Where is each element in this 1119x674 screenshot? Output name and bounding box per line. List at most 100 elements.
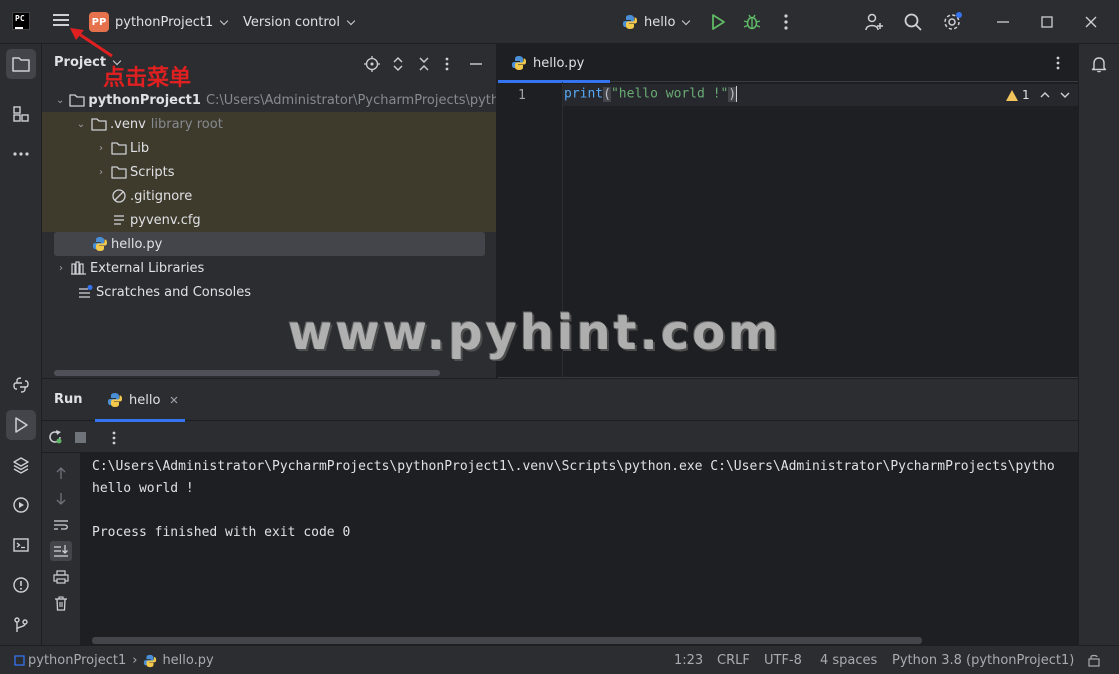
trash-icon <box>55 595 67 611</box>
library-icon <box>71 260 87 276</box>
tree-item-label: Scripts <box>130 164 175 180</box>
chevron-down-icon[interactable] <box>1060 91 1070 99</box>
stop-icon[interactable] <box>75 432 86 443</box>
tree-item-label: hello.py <box>111 236 163 252</box>
python-console-button[interactable] <box>6 370 36 400</box>
services-tool-button[interactable] <box>6 490 36 520</box>
structure-tool-button[interactable] <box>6 99 36 129</box>
chevron-up-icon[interactable] <box>1040 91 1050 99</box>
console-horizontal-scrollbar[interactable] <box>92 637 922 644</box>
tree-item-label: pyvenv.cfg <box>130 212 201 228</box>
locate-file-icon[interactable] <box>364 56 380 72</box>
breadcrumb-project: pythonProject1 <box>28 653 127 668</box>
scroll-to-end-button[interactable] <box>50 541 72 561</box>
more-vertical-icon[interactable] <box>1053 55 1063 71</box>
folder-icon <box>111 164 127 180</box>
run-outline-icon <box>15 417 28 433</box>
close-tab-icon[interactable] <box>170 396 178 404</box>
hamburger-icon-line <box>53 19 69 21</box>
python-file-icon <box>512 56 526 70</box>
print-icon <box>53 570 69 584</box>
tree-item-external-libraries[interactable]: › External Libraries <box>42 256 496 280</box>
line-number: 1 <box>518 88 526 103</box>
line-separator[interactable]: CRLF <box>717 653 750 668</box>
tree-item-path: C:\Users\Administrator\PycharmProjects\p… <box>205 92 497 108</box>
clear-all-button[interactable] <box>50 593 72 613</box>
caret-position[interactable]: 1:23 <box>674 653 703 668</box>
tree-item-gitignore[interactable]: .gitignore <box>42 184 496 208</box>
more-vertical-icon[interactable] <box>109 430 119 446</box>
breadcrumb[interactable]: pythonProject1 › hello.py <box>14 653 214 668</box>
problems-tool-button[interactable] <box>6 570 36 600</box>
soft-wrap-button[interactable] <box>50 515 72 535</box>
breadcrumb-file: hello.py <box>162 653 214 668</box>
hamburger-icon <box>53 14 69 16</box>
more-vertical-icon[interactable] <box>776 12 796 32</box>
folder-icon <box>69 92 86 108</box>
python-file-icon <box>144 654 157 667</box>
scroll-down-button[interactable] <box>50 489 72 509</box>
file-encoding[interactable]: UTF-8 <box>764 653 802 668</box>
more-vertical-icon[interactable] <box>442 56 452 72</box>
tree-item-pyvenv-cfg[interactable]: pyvenv.cfg <box>42 208 496 232</box>
console-line-command: C:\Users\Administrator\PycharmProjects\p… <box>92 459 1055 474</box>
indent-setting[interactable]: 4 spaces <box>820 653 877 668</box>
project-tool-button[interactable] <box>6 49 36 79</box>
run-panel: Run hello C:\Users\Administrator\Pycharm… <box>42 378 1078 646</box>
tree-item-lib[interactable]: › Lib <box>42 136 496 160</box>
layers-icon <box>13 457 29 474</box>
run-tool-button[interactable] <box>6 410 36 440</box>
terminal-icon <box>13 538 29 552</box>
text-file-icon <box>111 212 127 228</box>
add-user-icon[interactable] <box>864 12 884 32</box>
layers-tool-button[interactable] <box>6 450 36 480</box>
title-bar: PC PP pythonProject1 Version control hel… <box>0 0 1119 58</box>
tree-item-scratches[interactable]: Scratches and Consoles <box>42 280 496 304</box>
close-icon[interactable] <box>1081 12 1101 32</box>
collapse-all-icon[interactable] <box>417 56 431 72</box>
folder-icon <box>111 140 127 156</box>
terminal-tool-button[interactable] <box>6 530 36 560</box>
minimize-icon[interactable] <box>993 12 1013 32</box>
breadcrumb-separator: › <box>132 653 138 668</box>
project-switcher[interactable]: pythonProject1 <box>115 0 229 44</box>
chevron-down-icon <box>346 16 356 25</box>
python-console-icon <box>13 377 29 393</box>
chevron-right-icon: › <box>99 166 103 178</box>
chevron-down-icon: ⌄ <box>56 94 65 106</box>
notifications-button[interactable] <box>1084 49 1114 79</box>
run-config-selector[interactable]: hello <box>622 0 691 44</box>
tree-item-scripts[interactable]: › Scripts <box>42 160 496 184</box>
git-tool-button[interactable] <box>6 610 36 640</box>
lock-icon[interactable] <box>1088 654 1100 667</box>
debug-icon[interactable] <box>742 12 762 32</box>
run-icon[interactable] <box>708 12 728 32</box>
code-function: print <box>564 86 604 102</box>
horizontal-scrollbar[interactable] <box>54 370 440 376</box>
print-button[interactable] <box>50 567 72 587</box>
scroll-to-end-icon <box>54 545 68 557</box>
expand-all-icon[interactable] <box>391 56 405 72</box>
scroll-up-button[interactable] <box>50 463 72 483</box>
inspection-widget[interactable]: 1 <box>1006 88 1070 102</box>
vcs-menu[interactable]: Version control <box>243 0 356 44</box>
more-tools-button[interactable] <box>6 139 36 169</box>
structure-icon <box>13 106 29 122</box>
search-icon[interactable] <box>903 12 923 32</box>
python-interpreter[interactable]: Python 3.8 (pythonProject1) <box>892 653 1074 668</box>
console-output[interactable]: C:\Users\Administrator\PycharmProjects\p… <box>80 453 1078 646</box>
tab-hello-py[interactable]: hello.py <box>498 44 610 83</box>
settings-gear-icon[interactable] <box>942 12 962 32</box>
warning-count: 1 <box>1022 88 1030 102</box>
tree-item-label: External Libraries <box>90 260 205 276</box>
watermark: www.pyhint.com <box>288 305 782 361</box>
run-tab-hello[interactable]: hello <box>95 379 185 422</box>
tree-item-hello-py[interactable]: hello.py <box>42 232 496 256</box>
hide-panel-icon[interactable] <box>469 56 483 72</box>
code-paren-open: ( <box>603 86 611 102</box>
rerun-icon[interactable] <box>47 429 63 445</box>
editor-tab-bar: hello.py <box>498 44 1078 83</box>
maximize-icon[interactable] <box>1037 12 1057 32</box>
tree-item-venv[interactable]: ⌄ .venv library root <box>42 112 496 136</box>
code-line[interactable]: print("hello world !") <box>564 86 738 102</box>
